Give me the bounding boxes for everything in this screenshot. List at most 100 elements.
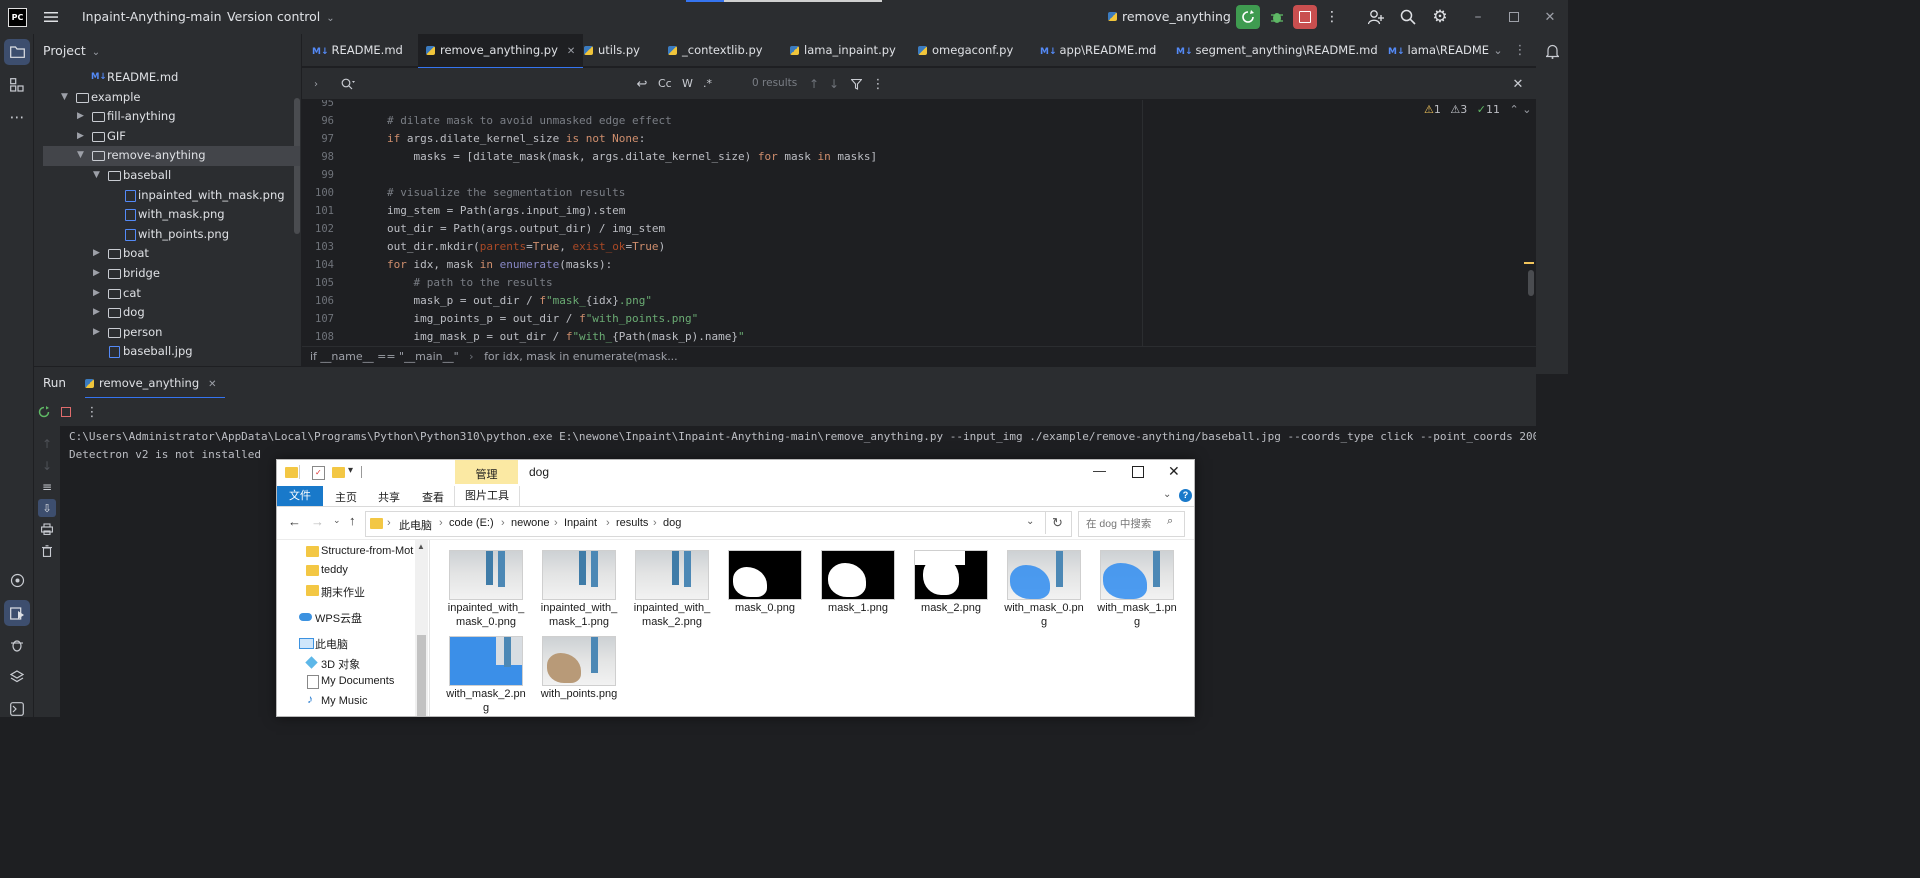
- nav-item-structure-from-motion[interactable]: Structure-from-Mot: [321, 545, 415, 557]
- project-switcher[interactable]: Inpaint-Anything-main ⌄: [82, 9, 236, 24]
- nav-item-this-pc[interactable]: 此电脑: [315, 636, 348, 652]
- scroll-up-icon[interactable]: ↑: [39, 436, 55, 452]
- refresh-icon[interactable]: ↻: [1052, 515, 1063, 531]
- ribbon-tab-home[interactable]: 主页: [335, 489, 357, 505]
- path-item[interactable]: 此电脑: [399, 517, 432, 533]
- tab-remove-anything[interactable]: remove_anything.py ✕: [418, 34, 584, 69]
- nav-item-qimo[interactable]: 期末作业: [321, 584, 365, 600]
- file-item[interactable]: inpainted_with_ mask_1.png: [533, 548, 625, 630]
- file-item[interactable]: inpainted_with_ mask_2.png: [626, 548, 718, 630]
- layers-tool-button[interactable]: [4, 664, 30, 690]
- nav-scrollbar[interactable]: ▲: [415, 540, 428, 716]
- properties-icon[interactable]: ✓: [312, 466, 325, 480]
- run-tab[interactable]: remove_anything ✕: [85, 367, 225, 399]
- file-item[interactable]: mask_1.png: [812, 548, 904, 630]
- tree-item-with-mask[interactable]: with_mask.png: [34, 205, 301, 225]
- ribbon-tab-file[interactable]: 文件: [277, 486, 323, 506]
- more-actions-icon[interactable]: ⋮: [1324, 6, 1340, 28]
- help-icon[interactable]: ?: [1179, 489, 1192, 502]
- close-tab-icon[interactable]: ✕: [567, 46, 575, 57]
- quick-access-dropdown-icon[interactable]: ▾: [348, 465, 353, 476]
- tree-item-person[interactable]: ▶ person: [34, 323, 301, 343]
- tab-segment-anything-readme[interactable]: M↓ segment_anything\README.md: [1176, 34, 1378, 67]
- expand-replace-icon[interactable]: ›: [308, 76, 324, 92]
- close-window-button[interactable]: ✕: [1168, 463, 1180, 480]
- file-item[interactable]: with_points.png: [533, 634, 625, 716]
- match-case-toggle[interactable]: Cc: [658, 77, 672, 90]
- recent-locations-icon[interactable]: ⌄: [333, 515, 341, 526]
- tab-utils[interactable]: utils.py: [584, 34, 640, 67]
- path-item[interactable]: results: [616, 517, 648, 529]
- scroll-down-icon[interactable]: ↓: [39, 458, 55, 474]
- file-item[interactable]: mask_0.png: [719, 548, 811, 630]
- tab-readme[interactable]: M↓ README.md: [312, 34, 403, 67]
- breadcrumb-item[interactable]: for idx, mask in enumerate(mask...: [484, 350, 678, 363]
- tab-app-readme[interactable]: M↓ app\README.md: [1040, 34, 1156, 67]
- close-tab-icon[interactable]: ✕: [208, 379, 216, 390]
- maximize-button[interactable]: [1132, 466, 1144, 478]
- address-dropdown-icon[interactable]: ⌄: [1026, 516, 1034, 527]
- tree-item-gif[interactable]: ▶ GIF: [34, 127, 301, 147]
- tree-item-remove-anything[interactable]: ▼ remove-anything: [43, 146, 300, 166]
- find-input[interactable]: [360, 74, 630, 94]
- find-more-icon[interactable]: ⋮: [870, 76, 886, 92]
- regex-toggle[interactable]: .*: [703, 77, 712, 90]
- tree-item-dog[interactable]: ▶ dog: [34, 303, 301, 323]
- tree-item-bridge[interactable]: ▶ bridge: [34, 264, 301, 284]
- tree-item-baseball-folder[interactable]: ▼ baseball: [34, 166, 301, 186]
- project-tool-button[interactable]: [4, 39, 30, 65]
- stop-button[interactable]: [1293, 5, 1317, 29]
- tree-item-cat[interactable]: ▶ cat: [34, 284, 301, 304]
- run-tool-button[interactable]: [4, 600, 30, 626]
- warning-stripe[interactable]: [1524, 262, 1534, 264]
- search-history-button[interactable]: [340, 76, 356, 92]
- path-item[interactable]: Inpaint: [564, 517, 597, 529]
- run-more-icon[interactable]: ⋮: [84, 404, 100, 420]
- rerun-button[interactable]: [36, 404, 52, 420]
- search-everywhere-button[interactable]: [1398, 6, 1418, 28]
- file-item[interactable]: inpainted_with_ mask_0.png: [440, 548, 532, 630]
- expand-ribbon-icon[interactable]: ⌄: [1163, 489, 1171, 500]
- forward-button[interactable]: →: [311, 514, 324, 529]
- python-console-button[interactable]: [4, 567, 30, 593]
- rerun-button[interactable]: [1236, 5, 1260, 29]
- print-button[interactable]: [39, 521, 55, 537]
- new-line-icon[interactable]: ↩: [634, 76, 650, 92]
- up-button[interactable]: ↑: [349, 513, 356, 528]
- debug-tool-button[interactable]: [4, 632, 30, 658]
- soft-wrap-icon[interactable]: ≡: [39, 479, 55, 495]
- minimize-button[interactable]: —: [1093, 463, 1106, 478]
- restore-button[interactable]: [1502, 6, 1526, 28]
- tree-item-inpainted-with-mask[interactable]: inpainted_with_mask.png: [34, 186, 301, 206]
- main-menu-icon[interactable]: [42, 8, 60, 26]
- path-item[interactable]: newone: [511, 517, 550, 529]
- tree-item-baseball-jpg[interactable]: baseball.jpg: [34, 342, 301, 362]
- filter-button[interactable]: [848, 76, 864, 92]
- add-user-button[interactable]: [1366, 6, 1386, 28]
- ribbon-tab-share[interactable]: 共享: [378, 489, 400, 505]
- address-bar[interactable]: › 此电脑 › code (E:) › newone › Inpaint › r…: [365, 511, 1072, 537]
- prev-highlight-icon[interactable]: ⌃: [1509, 103, 1518, 116]
- more-tools-icon[interactable]: ⋯: [4, 104, 30, 130]
- scroll-to-end-icon[interactable]: ⇩: [38, 499, 56, 517]
- tree-item-readme[interactable]: M↓ README.md: [34, 68, 301, 88]
- nav-item-3d-objects[interactable]: 3D 对象: [321, 656, 360, 672]
- ribbon-tab-view[interactable]: 查看: [422, 489, 444, 505]
- clear-console-button[interactable]: [39, 543, 55, 559]
- new-folder-icon[interactable]: [332, 467, 345, 478]
- back-button[interactable]: ←: [288, 514, 301, 529]
- editor-scrollbar[interactable]: [1528, 270, 1534, 296]
- nav-item-wps-cloud[interactable]: WPS云盘: [315, 610, 362, 626]
- tabs-overflow-chevron-icon[interactable]: ⌄: [1490, 42, 1506, 58]
- explorer-search-input[interactable]: [1084, 515, 1166, 533]
- structure-tool-button[interactable]: [4, 72, 30, 98]
- file-item[interactable]: with_mask_2.pn g: [440, 634, 532, 716]
- tab-lama-readme[interactable]: M↓ lama\README.: [1388, 34, 1490, 67]
- tree-item-fill-anything[interactable]: ▶ fill-anything: [34, 107, 301, 127]
- path-item[interactable]: code (E:): [449, 517, 494, 529]
- nav-item-my-music[interactable]: My Music: [321, 695, 367, 707]
- settings-button[interactable]: ⚙: [1430, 6, 1450, 28]
- terminal-tool-button[interactable]: [4, 696, 30, 722]
- breadcrumb-item[interactable]: if __name__ == "__main__": [310, 350, 459, 363]
- debug-button[interactable]: [1266, 6, 1288, 28]
